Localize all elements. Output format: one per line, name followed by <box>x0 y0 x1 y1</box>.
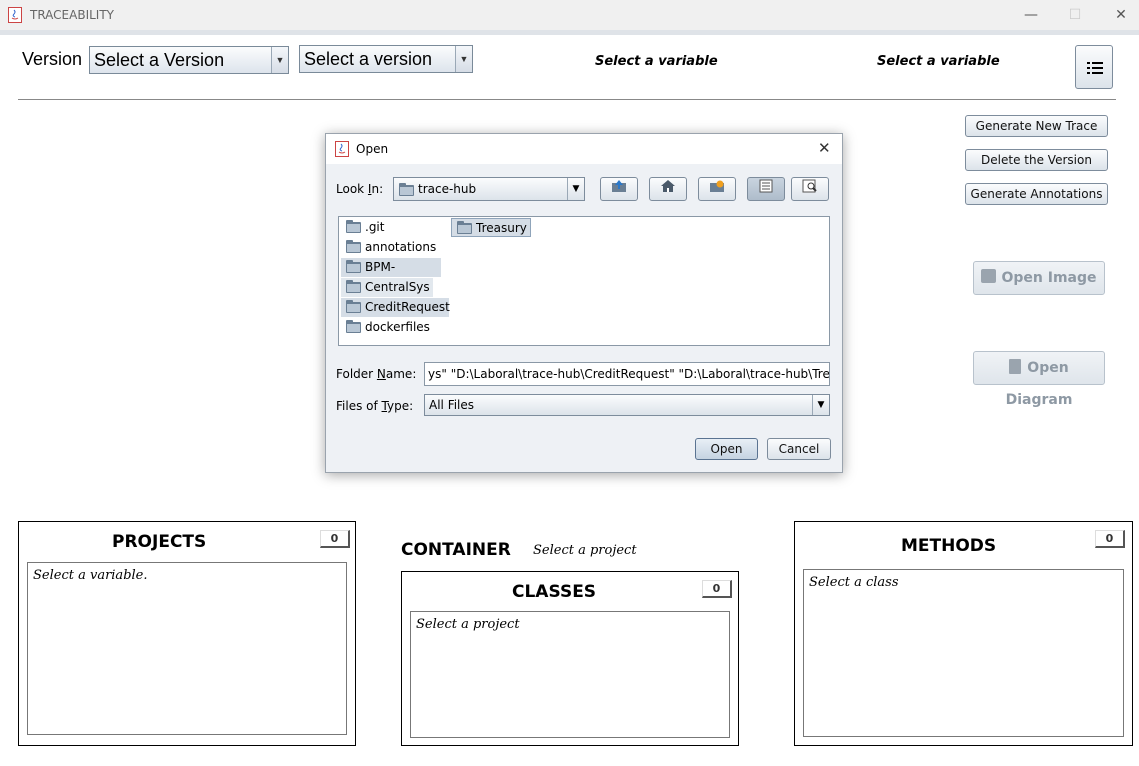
delete-version-button[interactable]: Delete the Version <box>965 149 1108 171</box>
projects-placeholder: Select a variable. <box>33 568 148 583</box>
close-button[interactable]: ✕ <box>1110 5 1132 25</box>
list-item[interactable]: CreditRequest <box>341 298 450 317</box>
list-item[interactable]: .git <box>341 218 449 237</box>
version-select-1-value: Select a Version <box>94 50 225 70</box>
folder-icon <box>346 240 361 253</box>
chevron-down-icon[interactable]: ▼ <box>271 47 288 73</box>
list-view-icon <box>759 179 773 193</box>
file-type-value: All Files <box>429 398 475 412</box>
open-diagram-button[interactable]: Open Diagram <box>973 351 1105 408</box>
generate-new-trace-button[interactable]: Generate New Trace <box>965 115 1108 137</box>
list-item[interactable]: CentralSys <box>341 278 433 297</box>
dialog-title: Open <box>356 142 389 156</box>
window-border <box>0 30 1139 35</box>
folder-icon <box>399 183 414 196</box>
minimize-button[interactable]: — <box>1020 5 1042 25</box>
version-select-2-value: Select a version <box>304 49 433 69</box>
methods-title: METHODS <box>901 536 997 556</box>
methods-placeholder: Select a class <box>809 575 899 590</box>
open-image-button[interactable]: Open Image <box>973 261 1105 295</box>
open-button[interactable]: Open <box>695 438 758 460</box>
folder-icon <box>346 280 361 293</box>
folder-name-label: Folder Name: <box>336 367 417 381</box>
list-view-button[interactable] <box>747 177 785 201</box>
open-image-label: Open Image <box>1001 270 1097 286</box>
window-title: TRACEABILITY <box>30 8 115 22</box>
classes-list[interactable]: Select a project <box>410 611 730 738</box>
dialog-close-button[interactable]: ✕ <box>818 139 831 157</box>
list-item[interactable]: Treasury <box>451 218 531 237</box>
menu-button[interactable] <box>1075 45 1113 89</box>
folder-icon <box>346 260 361 273</box>
generate-annotations-button[interactable]: Generate Annotations <box>965 183 1108 205</box>
version-label: Version <box>22 49 83 69</box>
version-select-2[interactable]: Select a version ▼ <box>299 45 473 73</box>
projects-count: 0 <box>320 530 350 548</box>
java-app-icon <box>335 141 349 160</box>
look-in-label: Look In: <box>336 182 384 196</box>
classes-panel: CLASSES 0 Select a project <box>401 571 739 746</box>
version-select-1[interactable]: Select a Version ▼ <box>89 46 289 74</box>
methods-list[interactable]: Select a class <box>803 569 1124 737</box>
new-folder-button[interactable] <box>698 177 736 201</box>
chevron-down-icon[interactable]: ▼ <box>812 395 829 415</box>
variable-label-2: Select a variable <box>877 54 1000 69</box>
look-in-combo[interactable]: trace-hub ▼ <box>393 177 585 201</box>
home-icon <box>661 180 675 192</box>
java-app-icon <box>8 7 22 23</box>
container-title: CONTAINER <box>401 540 511 560</box>
folder-name-value: ys" "D:\Laboral\trace-hub\CreditRequest"… <box>428 367 830 381</box>
list-item[interactable]: annotations <box>341 238 449 257</box>
projects-list[interactable]: Select a variable. <box>27 562 347 735</box>
cancel-button[interactable]: Cancel <box>767 438 831 460</box>
up-folder-button[interactable] <box>600 177 638 201</box>
container-subtitle: Select a project <box>533 543 637 558</box>
up-folder-icon <box>612 180 626 192</box>
chevron-down-icon[interactable]: ▼ <box>567 178 584 200</box>
folder-icon <box>346 220 361 233</box>
look-in-value: trace-hub <box>418 182 477 196</box>
file-type-label: Files of Type: <box>336 399 414 413</box>
list-item[interactable]: BPM-Engine <box>341 258 441 293</box>
list-item[interactable]: dockerfiles <box>341 318 449 337</box>
classes-count: 0 <box>702 580 732 598</box>
folder-icon <box>346 320 361 333</box>
details-view-icon <box>802 179 817 193</box>
details-view-button[interactable] <box>791 177 829 201</box>
folder-icon <box>346 300 361 313</box>
file-type-combo[interactable]: All Files ▼ <box>424 394 830 416</box>
home-button[interactable] <box>649 177 687 201</box>
methods-panel: METHODS 0 Select a class <box>794 521 1133 746</box>
variable-label-1: Select a variable <box>595 54 718 69</box>
folder-name-input[interactable]: ys" "D:\Laboral\trace-hub\CreditRequest"… <box>424 362 830 386</box>
image-icon <box>981 269 997 283</box>
open-dialog: Open ✕ Look In: trace-hub ▼ .git annotat… <box>325 133 843 473</box>
window-title-bar: TRACEABILITY — ☐ ✕ <box>0 0 1139 30</box>
folder-icon <box>457 221 472 234</box>
new-folder-icon <box>710 180 724 192</box>
chevron-down-icon[interactable]: ▼ <box>455 46 472 72</box>
projects-title: PROJECTS <box>112 532 207 552</box>
list-icon <box>1087 61 1103 78</box>
classes-placeholder: Select a project <box>416 617 520 632</box>
file-list[interactable]: .git annotations BPM-Engine CentralSys C… <box>338 216 830 346</box>
diagram-icon <box>1009 359 1022 374</box>
dialog-title-bar: Open ✕ <box>326 134 842 164</box>
projects-panel: PROJECTS 0 Select a variable. <box>18 521 356 746</box>
toolbar-divider <box>18 99 1116 100</box>
maximize-button[interactable]: ☐ <box>1064 5 1086 25</box>
classes-title: CLASSES <box>512 582 597 602</box>
methods-count: 0 <box>1095 530 1125 548</box>
